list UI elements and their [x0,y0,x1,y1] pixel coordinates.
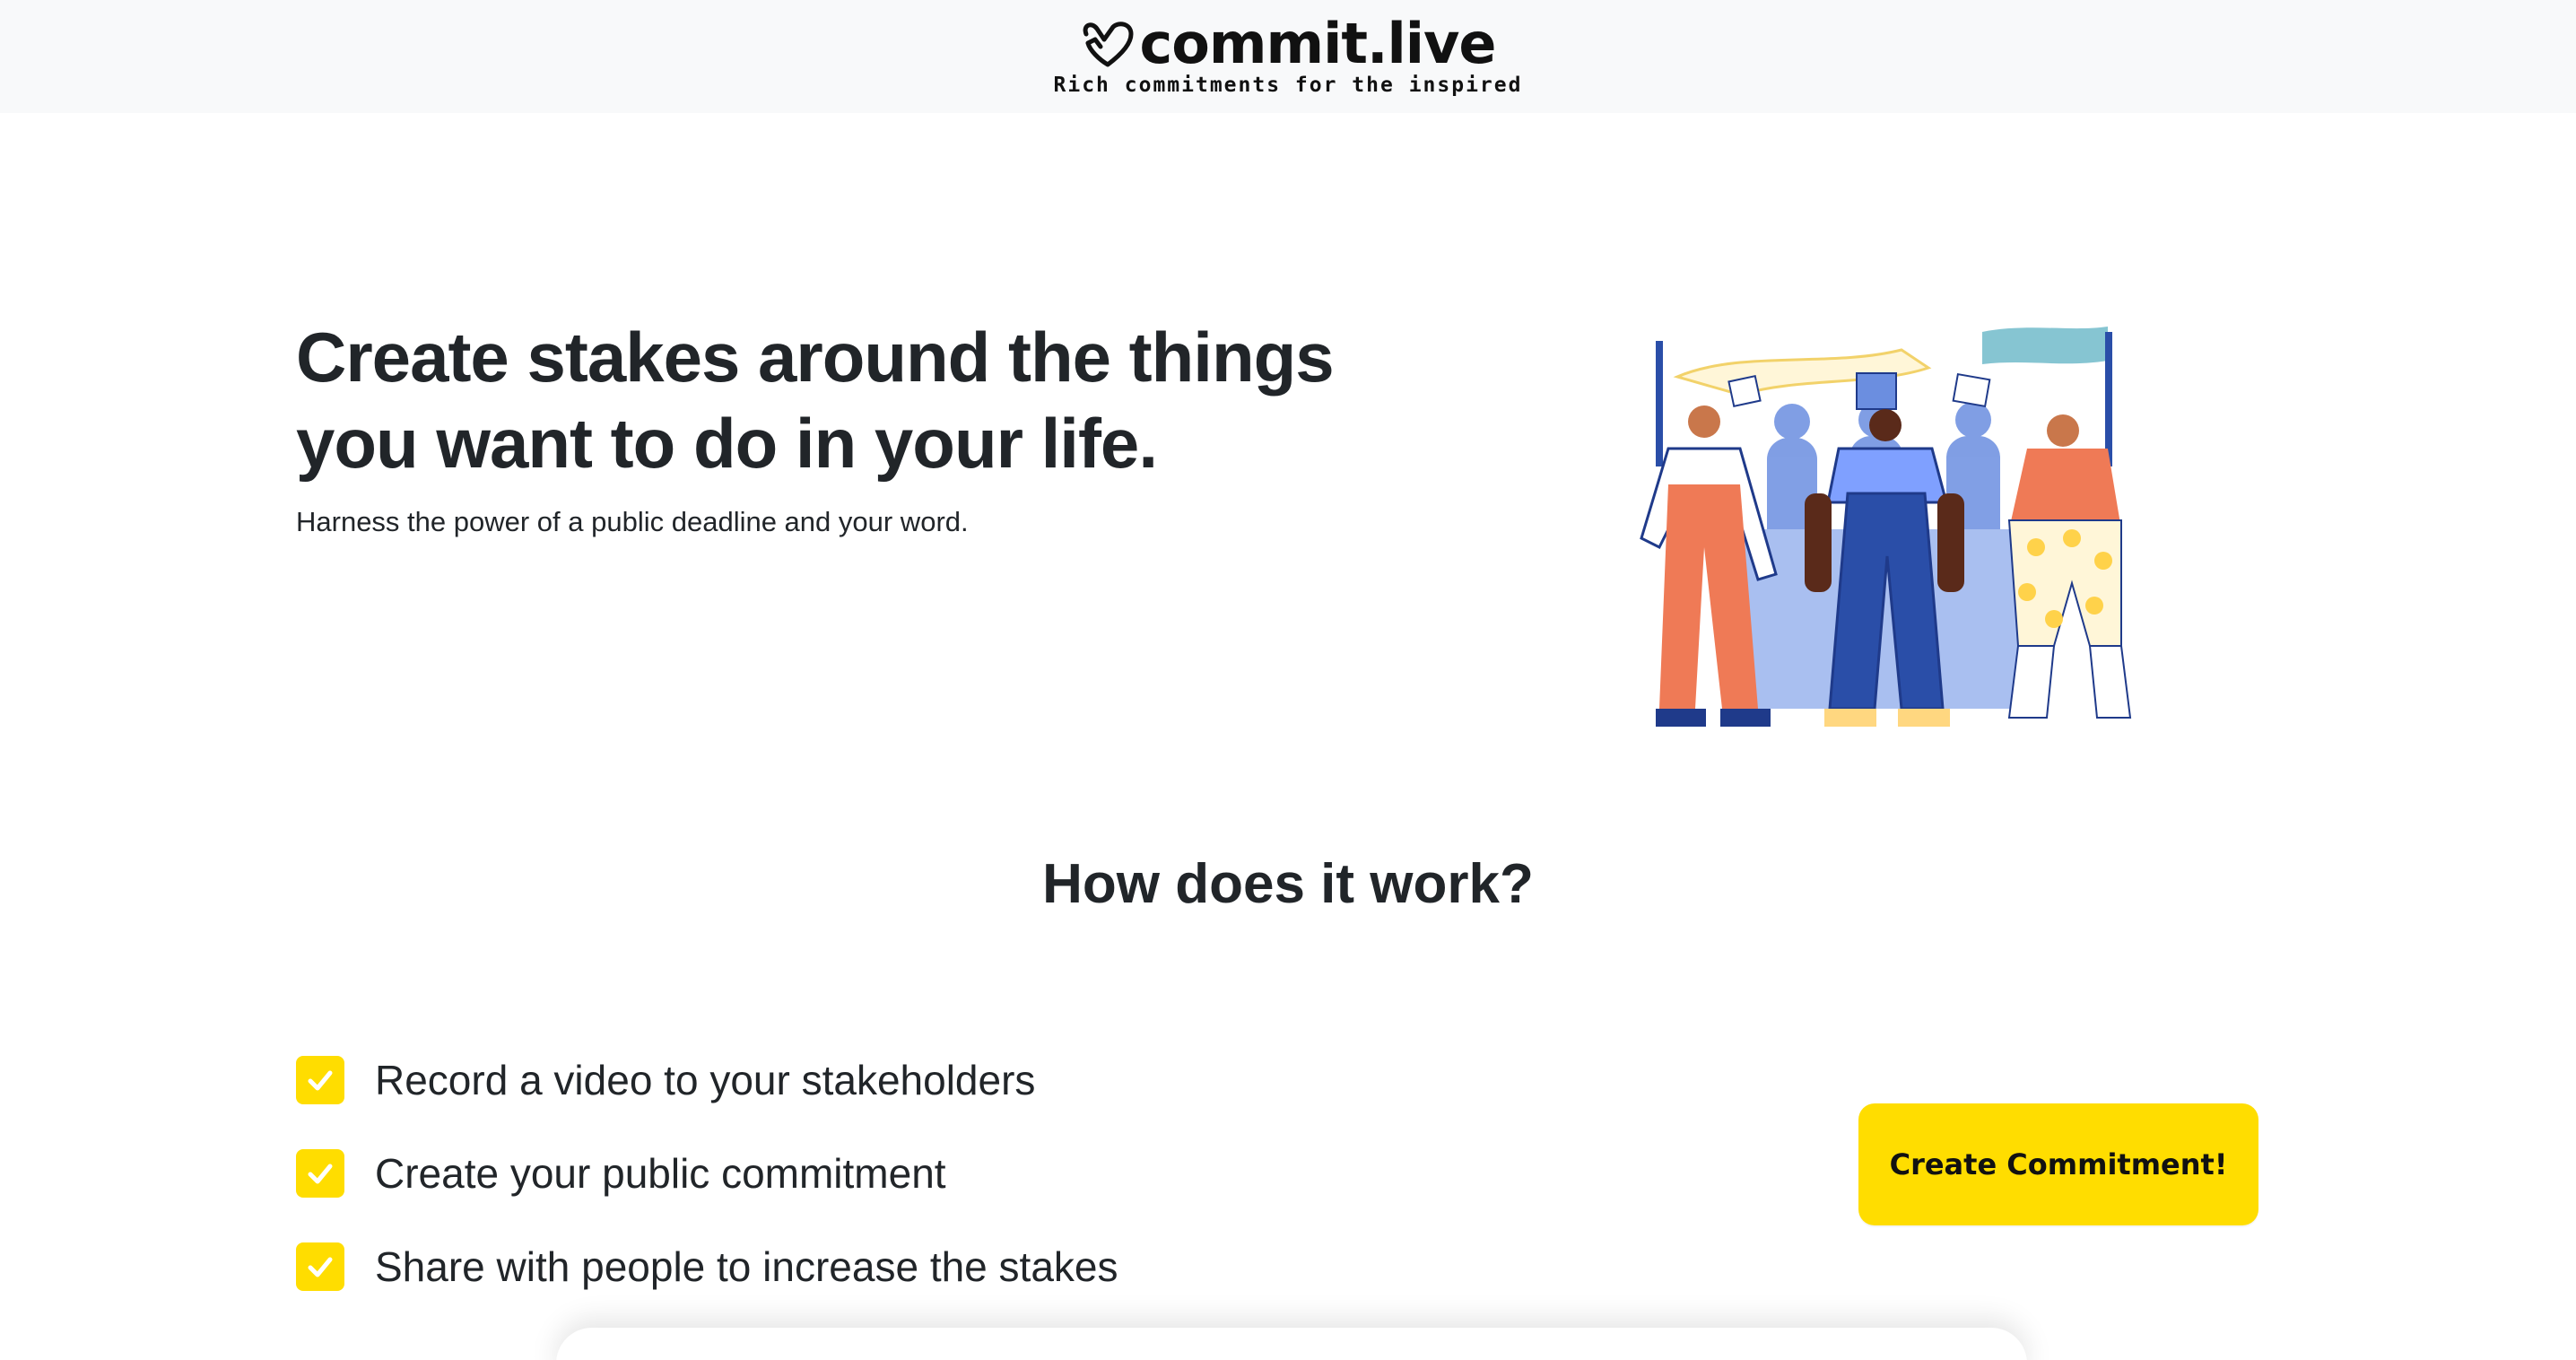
site-header: commit.live Rich commitments for the ins… [0,0,2576,113]
checkbox-checked-icon [296,1149,344,1198]
footer-card-edge [556,1328,2027,1360]
tagline: Rich commitments for the inspired [1053,74,1523,97]
checkbox-checked-icon [296,1242,344,1291]
create-commitment-button[interactable]: Create Commitment! [1858,1103,2258,1225]
logo-link[interactable]: commit.live [0,13,2576,75]
step-label: Share with people to increase the stakes [375,1243,1118,1290]
step-item: Share with people to increase the stakes [296,1220,1118,1313]
hero-title: Create stakes around the things you want… [296,318,1335,483]
how-it-works-title: How does it work? [1042,853,1534,915]
hero-illustration [1640,327,2132,727]
hero-subtitle: Harness the power of a public deadline a… [296,506,969,537]
step-label: Create your public commitment [375,1150,946,1197]
steps-list: Record a video to your stakeholders Crea… [296,1033,1118,1313]
checkbox-checked-icon [296,1056,344,1104]
step-item: Record a video to your stakeholders [296,1033,1118,1127]
heart-hand-icon [1083,22,1134,67]
logo-text: commit.live [1139,11,1497,76]
step-label: Record a video to your stakeholders [375,1057,1036,1103]
step-item: Create your public commitment [296,1127,1118,1220]
